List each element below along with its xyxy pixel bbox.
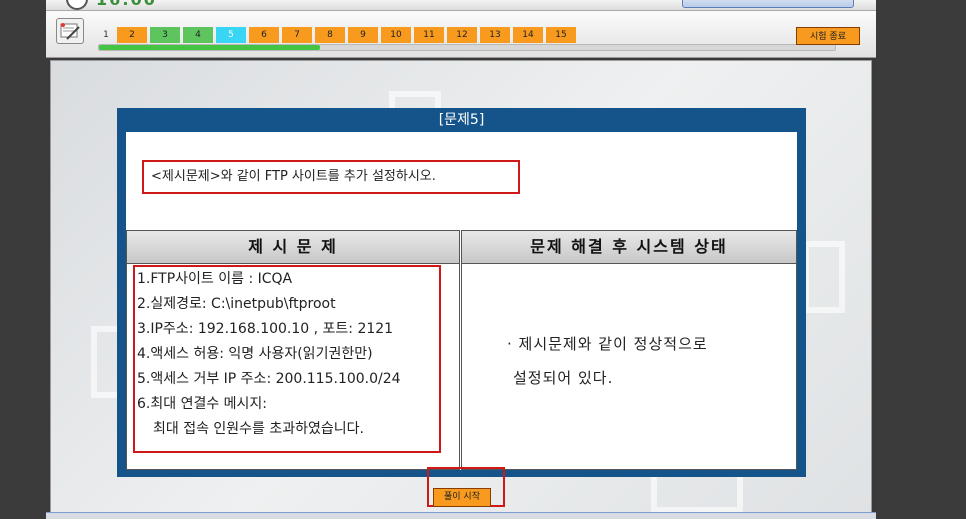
- answer-progress-fill: [99, 45, 320, 50]
- expected-state-line: · 제시문제와 같이 정상적으로: [507, 335, 708, 353]
- question-panel: [문제5] <제시문제>와 같이 FTP 사이트를 추가 설정하시오. 제 시 …: [117, 108, 806, 477]
- question-5-button[interactable]: 5: [216, 27, 246, 43]
- memo-icon[interactable]: [56, 18, 84, 44]
- requirement-item: 1.FTP사이트 이름 : ICQA: [137, 271, 293, 287]
- requirement-item: 4.액세스 허용: 익명 사용자(읽기권한만): [137, 346, 373, 362]
- question-13-button[interactable]: 13: [480, 27, 510, 43]
- question-7-button[interactable]: 7: [282, 27, 312, 43]
- question-navigation-bar: 1 2 3 4 5 6 7 8 9 10 11 12 13 14 15 시험 종…: [46, 11, 876, 58]
- question-2-button[interactable]: 2: [117, 27, 147, 43]
- answer-progress-track: [98, 44, 836, 51]
- question-9-button[interactable]: 9: [348, 27, 378, 43]
- left-margin: [0, 0, 46, 518]
- requirement-item: 2.실제경로: C:\inetpub\ftproot: [137, 296, 336, 312]
- requirement-item: 최대 접속 인원수를 초과하였습니다.: [153, 421, 364, 437]
- requirement-item: 3.IP주소: 192.168.100.10 , 포트: 2121: [137, 321, 394, 337]
- clock-icon: [66, 0, 88, 10]
- expected-state-header: 문제 해결 후 시스템 상태: [462, 231, 796, 264]
- expected-state-text: · 제시문제와 같이 정상적으로 설정되어 있다.: [507, 327, 708, 395]
- requirements-header: 제 시 문 제: [127, 231, 459, 264]
- timer-strip: 16:00: [46, 0, 876, 11]
- right-margin: [876, 0, 966, 518]
- start-solving-button[interactable]: 풀이 시작: [433, 488, 491, 507]
- question-body: <제시문제>와 같이 FTP 사이트를 추가 설정하시오. 제 시 문 제 1.…: [126, 132, 797, 470]
- expected-state-column: 문제 해결 후 시스템 상태 · 제시문제와 같이 정상적으로 설정되어 있다.: [461, 230, 797, 470]
- question-15-button[interactable]: 15: [546, 27, 576, 43]
- timer-progress-bar: [682, 0, 854, 8]
- requirement-item: 6.최대 연결수 메시지:: [137, 396, 268, 412]
- background-decoration: [803, 241, 845, 313]
- question-title: [문제5]: [438, 112, 485, 128]
- question-10-button[interactable]: 10: [381, 27, 411, 43]
- question-11-button[interactable]: 11: [414, 27, 444, 43]
- question-14-button[interactable]: 14: [513, 27, 543, 43]
- question-8-button[interactable]: 8: [315, 27, 345, 43]
- question-12-button[interactable]: 12: [447, 27, 477, 43]
- question-3-button[interactable]: 3: [150, 27, 180, 43]
- requirements-list: 1.FTP사이트 이름 : ICQA 2.실제경로: C:\inetpub\ft…: [133, 265, 441, 453]
- question-1-button[interactable]: 1: [98, 27, 114, 43]
- end-exam-button[interactable]: 시험 종료: [796, 27, 860, 45]
- start-button-highlight: 풀이 시작: [427, 467, 505, 507]
- requirements-column: 제 시 문 제 1.FTP사이트 이름 : ICQA 2.실제경로: C:\in…: [126, 230, 460, 470]
- requirement-item: 5.액세스 거부 IP 주소: 200.115.100.0/24: [137, 371, 401, 387]
- timer-text: 16:00: [96, 0, 157, 9]
- question-number-list: 1 2 3 4 5 6 7 8 9 10 11 12 13 14 15: [98, 27, 576, 43]
- question-instruction: <제시문제>와 같이 FTP 사이트를 추가 설정하시오.: [142, 160, 520, 194]
- question-4-button[interactable]: 4: [183, 27, 213, 43]
- expected-state-line: 설정되어 있다.: [513, 369, 614, 387]
- question-6-button[interactable]: 6: [249, 27, 279, 43]
